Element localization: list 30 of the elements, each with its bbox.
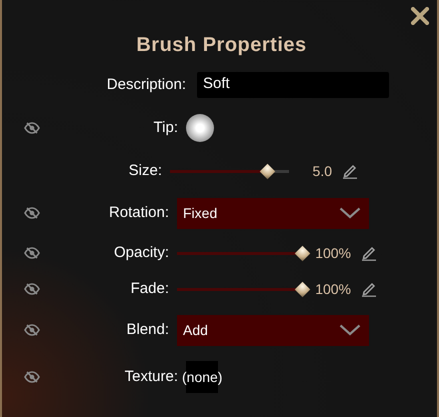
texture-value: (none): [182, 369, 222, 385]
hidden-eye-icon[interactable]: [24, 122, 40, 134]
hidden-eye-icon[interactable]: [24, 371, 40, 383]
field-label: Fade:: [130, 278, 169, 299]
value-reading: 100%: [314, 280, 351, 298]
field-label: Tip:: [152, 118, 178, 138]
pencil-icon[interactable]: [361, 245, 377, 261]
hidden-eye-icon[interactable]: [24, 247, 40, 259]
close-icon: [411, 7, 429, 25]
chevron-down-icon: [339, 324, 361, 336]
dialog-title: Brush Properties: [136, 33, 307, 57]
hidden-eye-icon[interactable]: [24, 324, 40, 336]
pencil-icon[interactable]: [342, 163, 358, 179]
brush-tip-preview[interactable]: [186, 114, 214, 142]
close-button[interactable]: [409, 5, 431, 27]
hidden-eye-icon[interactable]: [24, 207, 40, 219]
description-field[interactable]: Soft: [197, 72, 389, 98]
value-reading: 100%: [314, 244, 351, 262]
field-label: Blend:: [125, 320, 169, 340]
chevron-down-icon: [339, 207, 361, 219]
field-label: Rotation:: [108, 202, 169, 223]
field-label: Texture:: [124, 366, 178, 387]
field-label: Size:: [128, 160, 162, 181]
hidden-eye-icon[interactable]: [24, 283, 40, 295]
dropdown[interactable]: Fixed: [177, 198, 369, 228]
dropdown[interactable]: Add: [177, 314, 369, 346]
field-label: Opacity:: [112, 242, 169, 263]
pencil-icon[interactable]: [361, 281, 377, 297]
value-reading: 5.0: [312, 162, 332, 180]
field-label: Description:: [106, 74, 186, 95]
